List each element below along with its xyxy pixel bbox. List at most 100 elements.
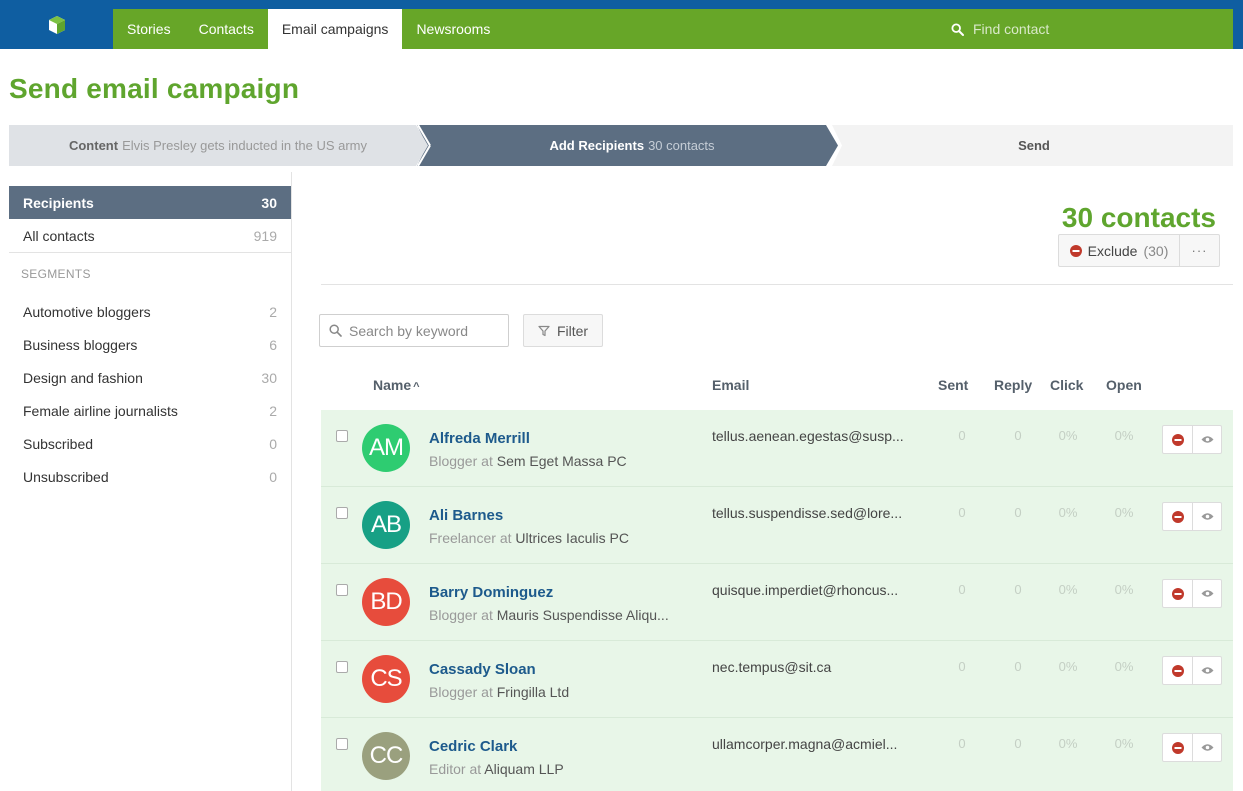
contact-name[interactable]: Alfreda Merrill bbox=[429, 430, 530, 447]
column-header-name[interactable]: Name ^ bbox=[373, 377, 420, 393]
table-row[interactable]: AB Ali Barnes Freelancer at Ultrices Iac… bbox=[321, 487, 1233, 564]
contact-role: Editor at Aliquam LLP bbox=[429, 761, 564, 777]
sidebar-item-segment[interactable]: Unsubscribed 0 bbox=[9, 460, 291, 493]
exclude-icon bbox=[1171, 510, 1184, 523]
contact-role-at: at bbox=[481, 607, 493, 623]
nav-newsrooms[interactable]: Newsrooms bbox=[402, 9, 504, 49]
eye-icon bbox=[1201, 667, 1213, 674]
exclude-contact-button[interactable] bbox=[1163, 503, 1192, 530]
contact-name[interactable]: Ali Barnes bbox=[429, 507, 503, 524]
contact-role-at: at bbox=[481, 684, 493, 700]
nav-stories[interactable]: Stories bbox=[113, 9, 185, 49]
column-header-click[interactable]: Click bbox=[1050, 377, 1083, 393]
contact-name[interactable]: Barry Dominguez bbox=[429, 584, 553, 601]
sidebar-item-count: 2 bbox=[269, 303, 277, 320]
contact-email: tellus.aenean.egestas@susp... bbox=[712, 428, 904, 444]
exclude-button[interactable]: Exclude (30) bbox=[1059, 235, 1180, 266]
exclude-count: (30) bbox=[1143, 242, 1169, 259]
funnel-icon bbox=[538, 325, 550, 336]
find-contact-input[interactable] bbox=[973, 21, 1173, 37]
sidebar-item-segment[interactable]: Subscribed 0 bbox=[9, 427, 291, 460]
row-actions bbox=[1162, 502, 1222, 531]
avatar: AM bbox=[362, 424, 410, 472]
avatar: CC bbox=[362, 732, 410, 780]
exclude-icon bbox=[1171, 433, 1184, 446]
row-checkbox[interactable] bbox=[336, 507, 348, 519]
app-logo[interactable] bbox=[0, 0, 113, 49]
contact-role-title: Blogger bbox=[429, 607, 478, 623]
stat-reply: 0 bbox=[1014, 582, 1022, 597]
sort-ascending-icon: ^ bbox=[413, 381, 420, 393]
contact-name[interactable]: Cedric Clark bbox=[429, 738, 517, 755]
stat-reply: 0 bbox=[1014, 736, 1022, 751]
contact-role: Blogger at Sem Eget Massa PC bbox=[429, 453, 627, 469]
more-icon: ··· bbox=[1191, 243, 1208, 258]
contact-organization: Aliquam LLP bbox=[484, 761, 564, 777]
sidebar: Recipients 30 All contacts 919 SEGMENTS … bbox=[9, 172, 292, 791]
stat-click: 0% bbox=[1058, 428, 1078, 443]
eye-icon bbox=[1201, 744, 1213, 751]
contacts-count: 30 contacts bbox=[1061, 202, 1216, 233]
stat-open: 0% bbox=[1114, 736, 1134, 751]
stat-open: 0% bbox=[1114, 659, 1134, 674]
sidebar-divider bbox=[9, 252, 291, 253]
table-row[interactable]: CC Cedric Clark Editor at Aliquam LLP ul… bbox=[321, 718, 1233, 791]
contact-organization: Sem Eget Massa PC bbox=[496, 453, 627, 469]
contact-email: nec.tempus@sit.ca bbox=[712, 659, 832, 675]
contact-email: quisque.imperdiet@rhoncus... bbox=[712, 582, 899, 598]
avatar: AB bbox=[362, 501, 410, 549]
main-nav: Stories Contacts Email campaigns Newsroo… bbox=[113, 9, 1233, 49]
exclude-contact-button[interactable] bbox=[1163, 426, 1192, 453]
exclude-contact-button[interactable] bbox=[1163, 734, 1192, 761]
sidebar-item-segment[interactable]: Business bloggers 6 bbox=[9, 328, 291, 361]
row-checkbox[interactable] bbox=[336, 584, 348, 596]
nav-email-campaigns[interactable]: Email campaigns bbox=[267, 9, 403, 49]
avatar: BD bbox=[362, 578, 410, 626]
contact-role-title: Editor bbox=[429, 761, 466, 777]
column-header-reply[interactable]: Reply bbox=[994, 377, 1032, 393]
keyword-search-input[interactable] bbox=[349, 322, 499, 339]
view-contact-button[interactable] bbox=[1192, 734, 1221, 761]
contact-role-at: at bbox=[469, 761, 482, 777]
nav-contacts[interactable]: Contacts bbox=[185, 9, 268, 49]
wizard-steps: Content Elvis Presley gets inducted in t… bbox=[9, 125, 1233, 166]
stat-open: 0% bbox=[1114, 428, 1134, 443]
exclude-contact-button[interactable] bbox=[1163, 657, 1192, 684]
eye-icon bbox=[1201, 436, 1213, 443]
contact-name[interactable]: Cassady Sloan bbox=[429, 661, 536, 678]
more-options-button[interactable]: ··· bbox=[1180, 235, 1219, 266]
column-header-open[interactable]: Open bbox=[1106, 377, 1142, 393]
step-content[interactable]: Content Elvis Presley gets inducted in t… bbox=[9, 125, 427, 166]
view-contact-button[interactable] bbox=[1192, 426, 1221, 453]
table-row[interactable]: AM Alfreda Merrill Blogger at Sem Eget M… bbox=[321, 410, 1233, 487]
row-checkbox[interactable] bbox=[336, 738, 348, 750]
filter-button[interactable]: Filter bbox=[523, 314, 603, 347]
eye-icon bbox=[1201, 513, 1213, 520]
table-row[interactable]: CS Cassady Sloan Blogger at Fringilla Lt… bbox=[321, 641, 1233, 718]
view-contact-button[interactable] bbox=[1192, 580, 1221, 607]
view-contact-button[interactable] bbox=[1192, 503, 1221, 530]
sidebar-item-recipients[interactable]: Recipients 30 bbox=[9, 186, 291, 219]
sidebar-item-label: Design and fashion bbox=[23, 369, 143, 386]
exclude-icon bbox=[1069, 244, 1082, 257]
row-checkbox[interactable] bbox=[336, 661, 348, 673]
column-header-email[interactable]: Email bbox=[712, 377, 749, 393]
sidebar-item-label: Business bloggers bbox=[23, 336, 138, 353]
column-header-sent[interactable]: Sent bbox=[938, 377, 968, 393]
contact-organization: Mauris Suspendisse Aliqu... bbox=[496, 607, 669, 623]
sidebar-item-segment[interactable]: Female airline journalists 2 bbox=[9, 394, 291, 427]
contact-role-title: Freelancer bbox=[429, 530, 496, 546]
newsroom-logo-icon bbox=[48, 15, 65, 34]
contact-role-title: Blogger bbox=[429, 684, 478, 700]
exclude-contact-button[interactable] bbox=[1163, 580, 1192, 607]
step-send[interactable]: Send bbox=[839, 125, 1233, 166]
sidebar-item-all-contacts[interactable]: All contacts 919 bbox=[9, 219, 291, 252]
contact-organization: Fringilla Ltd bbox=[496, 684, 570, 700]
step-add-recipients[interactable]: Add Recipients 30 contacts bbox=[427, 125, 837, 166]
sidebar-item-segment[interactable]: Automotive bloggers 2 bbox=[9, 295, 291, 328]
view-contact-button[interactable] bbox=[1192, 657, 1221, 684]
table-row[interactable]: BD Barry Dominguez Blogger at Mauris Sus… bbox=[321, 564, 1233, 641]
row-checkbox[interactable] bbox=[336, 430, 348, 442]
sidebar-item-segment[interactable]: Design and fashion 30 bbox=[9, 361, 291, 394]
contact-role-at: at bbox=[481, 453, 493, 469]
